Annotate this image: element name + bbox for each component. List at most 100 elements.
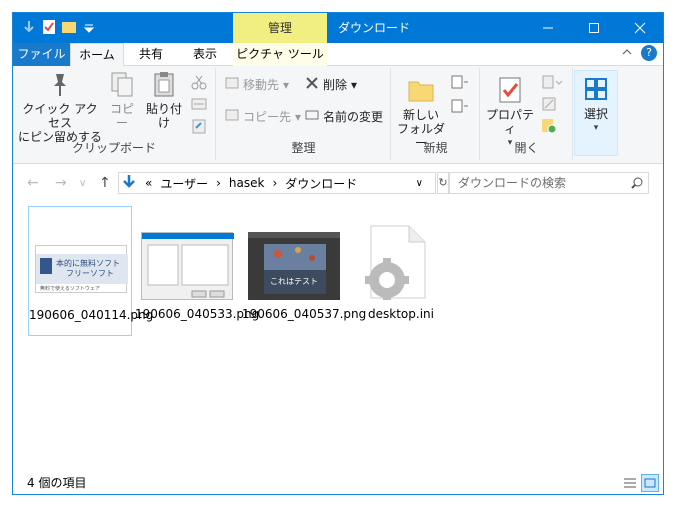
minimize-button[interactable] [525,13,571,43]
open-group-label: 開く [514,141,539,155]
clipboard-icon [150,70,178,98]
tab-view[interactable]: 表示 [178,43,232,66]
file-item[interactable]: 本的に無料ソフト フリーソフト 無料で使えるソフトウェア 190606_0401… [28,206,154,336]
easy-access-icon[interactable] [450,98,470,117]
select-group: 選択 ▾ [574,70,618,156]
copy-button[interactable]: コピー [105,70,139,130]
select-label: 選択 [583,107,608,121]
arrow-down-icon[interactable] [21,19,37,35]
forward-arrow-icon[interactable]: → [55,175,67,191]
collapse-ribbon-icon[interactable] [621,46,633,61]
explorer-window: 管理 ダウンロード ファイル ホーム 共有 表示 ピクチャ ツール ? クイック… [12,12,664,495]
paste-label: 貼り付け [145,102,182,130]
breadcrumb-overflow[interactable]: « [145,176,152,190]
view-switcher [621,474,659,492]
file-name: 190606_040533.png [135,307,260,321]
back-arrow-icon[interactable]: ← [27,175,39,191]
breadcrumb-separator: › [216,176,221,190]
breadcrumb-hasek[interactable]: hasek [229,176,265,190]
thumbnail [141,232,234,300]
search-input[interactable]: ダウンロードの検索 [449,172,649,194]
paste-button[interactable]: 貼り付け [141,70,187,130]
copy-to-label: コピー先 [243,110,292,124]
download-arrow-icon [121,174,137,193]
open-icon[interactable] [541,74,563,93]
window-controls [525,13,663,43]
breadcrumb-users[interactable]: ユーザー [160,175,208,192]
details-view-icon[interactable] [621,474,639,492]
edit-icon[interactable] [541,96,557,115]
rename-icon [305,108,319,125]
maximize-button[interactable] [571,13,617,43]
copy-to-button[interactable]: コピー先 ▾ [225,108,301,125]
tab-picture-tools[interactable]: ピクチャ ツール [233,43,327,66]
pin-label: クイック アクセス にピン留めする [17,102,102,144]
thumbnail-text-2: フリーソフト [66,269,114,278]
history-icon[interactable] [541,118,557,137]
file-list: 本的に無料ソフト フリーソフト 無料で使えるソフトウェア 190606_0401… [13,202,663,472]
delete-button[interactable]: 削除 ▾ [305,76,357,93]
pin-quick-access-button[interactable]: クイック アクセス にピン留めする [17,70,103,144]
qat-dropdown-icon[interactable] [81,19,97,35]
paste-shortcut-icon[interactable] [191,118,207,137]
copy-path-icon[interactable] [191,96,207,115]
help-icon[interactable]: ? [641,45,657,61]
tab-file[interactable]: ファイル [13,43,70,66]
thumbnail: 本的に無料ソフト フリーソフト 無料で使えるソフトウェア [35,245,128,293]
thumbnail-text-1: 本的に無料ソフト [56,258,120,268]
file-name: 190606_040537.png [242,307,367,321]
manage-context-tab[interactable]: 管理 [233,13,327,43]
address-dropdown-icon[interactable]: ∨ [416,178,423,189]
breadcrumb-downloads[interactable]: ダウンロード [285,175,357,192]
organize-group-label: 整理 [291,141,316,155]
rename-button[interactable]: 名前の変更 [305,108,383,125]
thumbnail: これはテスト [248,232,340,300]
open-group: プロパティ ▾ 開く [481,68,573,160]
ribbon-tabs: ファイル ホーム 共有 表示 ピクチャ ツール ? [13,43,663,67]
move-to-button[interactable]: 移動先 ▾ [225,76,289,93]
properties-check-icon[interactable] [41,19,57,35]
quick-access-toolbar [21,19,97,35]
file-item[interactable]: 190606_040533.png [135,206,260,336]
new-group: 新しい フォルダー 新規 [392,68,480,160]
title-bar: 管理 ダウンロード [13,13,663,43]
new-item-icon[interactable] [450,74,470,93]
cut-icon[interactable] [191,74,207,93]
recent-dropdown-icon[interactable]: ∨ [79,178,86,189]
ribbon: クイック アクセス にピン留めする コピー 貼り付け クリップボード 移動先 ▾… [13,66,663,164]
folder-icon [407,76,435,104]
move-icon [225,76,239,93]
file-item[interactable]: desktop.ini [349,206,453,336]
file-name: 190606_040114.png [29,308,154,322]
new-group-label: 新規 [423,141,448,155]
new-folder-icon[interactable] [61,19,77,35]
refresh-icon[interactable]: ↻ [437,172,449,194]
up-arrow-icon[interactable]: ↑ [99,175,111,191]
tab-share[interactable]: 共有 [124,43,178,66]
file-item[interactable]: これはテスト 190606_040537.png [242,206,367,336]
breadcrumb-separator: › [272,176,278,190]
pin-icon [46,70,74,98]
thumbnail-text-4: これはテスト [270,277,318,286]
close-button[interactable] [617,13,663,43]
select-grid-icon [582,75,610,103]
settings-file-icon [363,224,429,300]
address-bar[interactable]: « ユーザー › hasek › ダウンロード ∨ [118,172,436,194]
clipboard-group-label: クリップボード [71,141,156,155]
file-name: desktop.ini [368,307,434,321]
delete-x-icon [305,76,319,93]
status-bar: 4 個の項目 [13,472,663,494]
window-title: ダウンロード [338,21,411,35]
item-count: 4 個の項目 [27,476,87,490]
large-icons-view-icon[interactable] [641,474,659,492]
copy-label: コピー [109,102,134,130]
copy-to-icon [225,108,239,125]
organize-group: 移動先 ▾ コピー先 ▾ 削除 ▾ 名前の変更 整理 [217,68,391,160]
navigation-bar: ← → ∨ ↑ « ユーザー › hasek › ダウンロード ∨ ↻ ダウンロ… [13,164,663,202]
select-button[interactable]: 選択 ▾ [577,75,615,135]
delete-label: 削除 [323,78,348,92]
properties-icon [496,76,524,104]
thumbnail-text-3: 無料で使えるソフトウェア [40,285,100,292]
tab-home[interactable]: ホーム [70,43,124,67]
copy-icon [108,70,136,98]
